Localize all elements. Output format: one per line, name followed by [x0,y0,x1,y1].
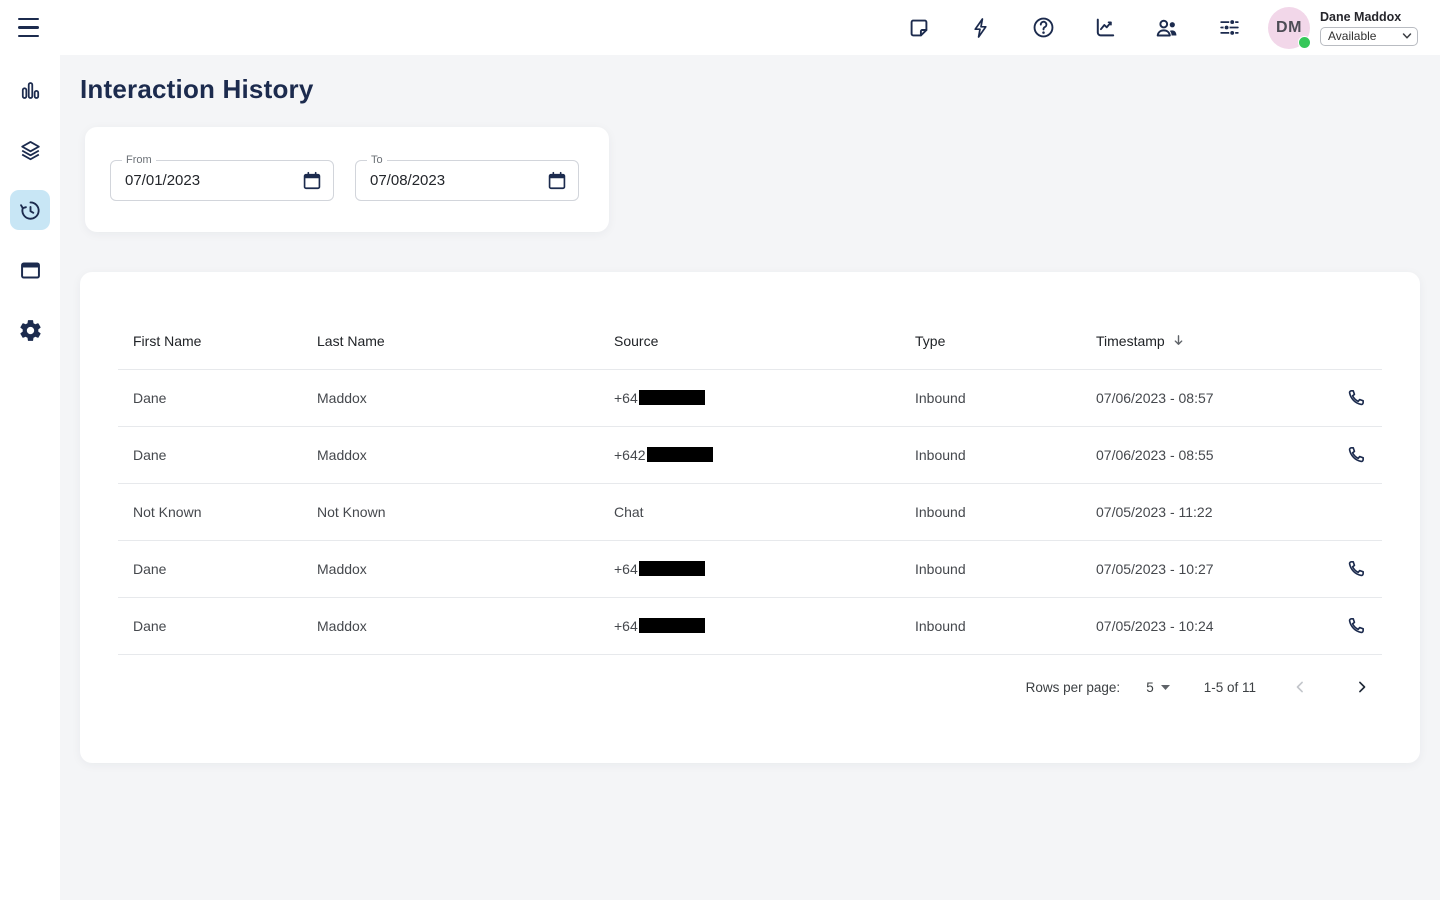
redacted-source [639,561,705,576]
phone-icon [1345,558,1367,580]
bar-chart-icon [18,78,43,103]
topbar: DM Dane Maddox Available [0,0,1440,55]
redacted-source [639,390,705,405]
cell-first-name: Dane [118,447,302,463]
phone-icon [1345,444,1367,466]
window-icon [18,258,43,283]
next-page-button[interactable] [1344,669,1380,705]
from-date-value[interactable]: 07/01/2023 [125,161,200,200]
table-row[interactable]: Dane Maddox +64 Inbound 07/05/2023 - 10:… [118,598,1382,655]
date-filter-card: From 07/01/2023 To 07/08/2023 [85,127,609,232]
sidebar-item-interaction-history[interactable] [10,190,50,230]
rows-per-page-select[interactable]: 5 [1146,680,1170,695]
column-header-type[interactable]: Type [900,333,1081,349]
pagination-bar: Rows per page: 5 1-5 of 11 [118,655,1382,719]
avatar[interactable]: DM [1268,7,1310,49]
pagination-range: 1-5 of 11 [1204,680,1256,695]
table-row[interactable]: Not Known Not Known Chat Inbound 07/05/2… [118,484,1382,541]
cell-last-name: Maddox [302,390,599,406]
from-date-field[interactable]: From 07/01/2023 [110,160,334,201]
cell-last-name: Maddox [302,447,599,463]
user-name: Dane Maddox [1320,10,1418,24]
cell-source: +64 [599,618,900,634]
to-date-field[interactable]: To 07/08/2023 [355,160,579,201]
cell-type: Inbound [900,618,1081,634]
phone-call-button[interactable] [1340,439,1372,471]
cell-last-name: Maddox [302,618,599,634]
layers-icon [18,138,43,163]
redacted-source [647,447,713,462]
cell-timestamp: 07/05/2023 - 10:24 [1081,618,1315,634]
phone-call-button[interactable] [1340,382,1372,414]
table-row[interactable]: Dane Maddox +642 Inbound 07/06/2023 - 08… [118,427,1382,484]
interactions-table: First Name Last Name Source Type Timesta… [118,312,1382,719]
to-date-value[interactable]: 07/08/2023 [370,161,445,200]
column-header-last-name[interactable]: Last Name [302,333,599,349]
table-header-row: First Name Last Name Source Type Timesta… [118,312,1382,370]
sidebar-item-dashboard[interactable] [10,70,50,110]
cell-source: +64 [599,561,900,577]
column-header-source[interactable]: Source [599,333,900,349]
cell-source: +642 [599,447,900,463]
table-body: Dane Maddox +64 Inbound 07/06/2023 - 08:… [118,370,1382,655]
preferences-icon[interactable] [1216,15,1242,41]
cell-source: Chat [599,504,900,520]
phone-call-button[interactable] [1340,610,1372,642]
status-dot [1298,36,1311,49]
interactions-table-card: First Name Last Name Source Type Timesta… [80,272,1420,763]
sidebar-item-queues[interactable] [10,130,50,170]
help-icon[interactable] [1030,15,1056,41]
cell-timestamp: 07/05/2023 - 11:22 [1081,504,1315,520]
sidebar [0,0,60,900]
column-header-first-name[interactable]: First Name [118,333,302,349]
cell-first-name: Not Known [118,504,302,520]
from-calendar-button[interactable] [300,169,324,193]
settings-icon [18,318,43,343]
phone-icon [1345,387,1367,409]
sidebar-item-workspace[interactable] [10,250,50,290]
phone-icon [1345,615,1367,637]
main-content: Interaction History From 07/01/2023 To 0… [60,55,1440,900]
cell-first-name: Dane [118,561,302,577]
cell-type: Inbound [900,390,1081,406]
user-block: Dane Maddox Available [1320,10,1418,46]
analytics-icon[interactable] [1092,15,1118,41]
chevron-right-icon [1352,677,1372,697]
table-row[interactable]: Dane Maddox +64 Inbound 07/06/2023 - 08:… [118,370,1382,427]
cell-last-name: Not Known [302,504,599,520]
quick-actions-icon[interactable] [968,15,994,41]
sidebar-item-settings[interactable] [10,310,50,350]
cell-timestamp: 07/05/2023 - 10:27 [1081,561,1315,577]
caret-down-icon [1161,685,1170,690]
cell-first-name: Dane [118,618,302,634]
menu-icon[interactable] [18,18,42,37]
phone-call-button[interactable] [1340,553,1372,585]
history-icon [18,198,43,223]
rows-per-page-label: Rows per page: [1026,680,1121,695]
calendar-icon [546,170,568,192]
topbar-icons [906,15,1242,41]
cell-type: Inbound [900,447,1081,463]
chevron-left-icon [1290,677,1310,697]
sort-desc-arrow-icon [1171,333,1186,348]
cell-source: +64 [599,390,900,406]
to-calendar-button[interactable] [545,169,569,193]
cell-last-name: Maddox [302,561,599,577]
cell-type: Inbound [900,561,1081,577]
availability-select[interactable]: Available [1320,27,1418,46]
notes-icon[interactable] [906,15,932,41]
cell-first-name: Dane [118,390,302,406]
contacts-icon[interactable] [1154,15,1180,41]
previous-page-button[interactable] [1282,669,1318,705]
page-title: Interaction History [80,74,314,105]
table-row[interactable]: Dane Maddox +64 Inbound 07/05/2023 - 10:… [118,541,1382,598]
cell-type: Inbound [900,504,1081,520]
column-header-timestamp[interactable]: Timestamp [1081,333,1315,349]
calendar-icon [301,170,323,192]
cell-timestamp: 07/06/2023 - 08:55 [1081,447,1315,463]
cell-timestamp: 07/06/2023 - 08:57 [1081,390,1315,406]
redacted-source [639,618,705,633]
